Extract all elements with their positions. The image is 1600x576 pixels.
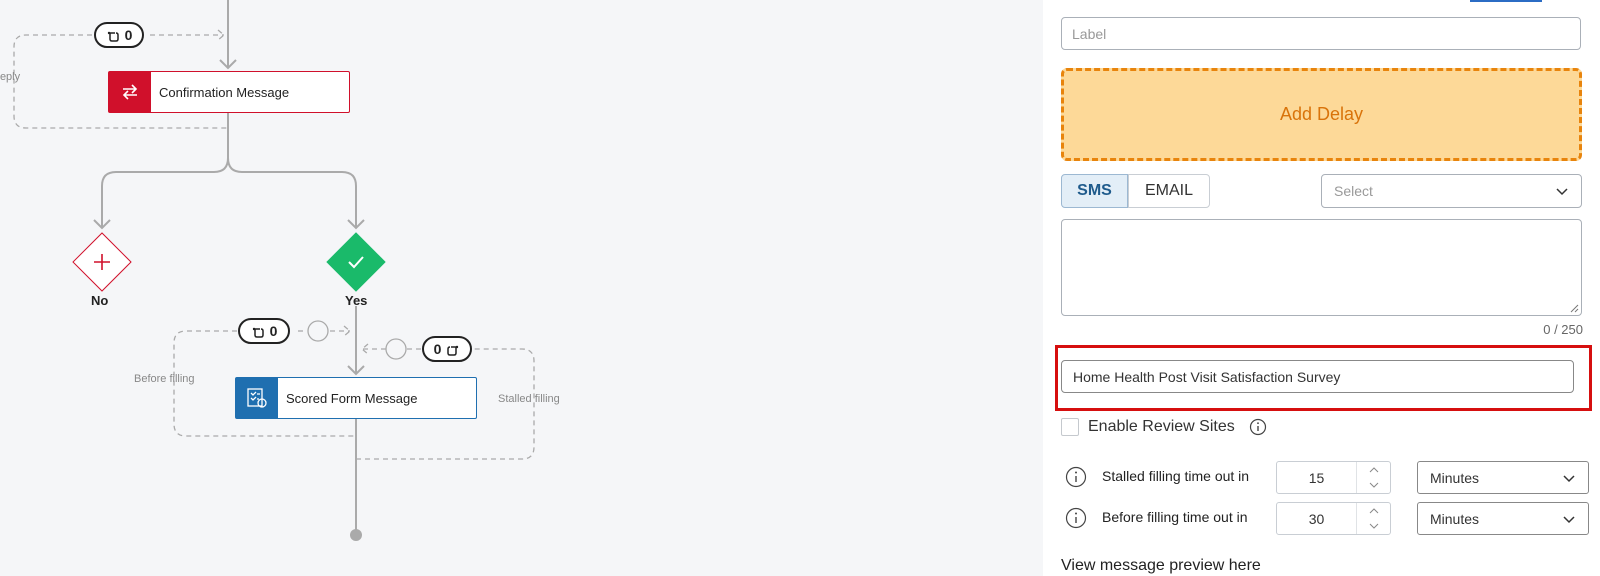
hand-pointer-icon — [252, 327, 264, 338]
before-unit-value: Minutes — [1430, 510, 1480, 527]
stalled-filling-count: 0 — [433, 341, 442, 357]
enable-review-sites-checkbox[interactable] — [1061, 418, 1079, 436]
view-message-preview-link[interactable]: View message preview here — [1061, 557, 1261, 575]
enable-review-sites-label: Enable Review Sites — [1088, 418, 1235, 435]
add-delay-label: Add Delay — [1279, 104, 1364, 124]
stepper-up-icon[interactable] — [1357, 462, 1390, 478]
survey-name-value: Home Health Post Visit Satisfaction Surv… — [1073, 368, 1341, 385]
template-select[interactable]: Select — [1321, 174, 1582, 208]
template-select-placeholder: Select — [1334, 183, 1373, 199]
add-delay-button[interactable]: Add Delay — [1061, 68, 1582, 161]
resize-handle-icon[interactable] — [1569, 303, 1579, 313]
before-filling-count: 0 — [269, 323, 278, 339]
chevron-down-icon — [1563, 515, 1575, 523]
hand-pointer-icon — [107, 31, 119, 42]
label-input-placeholder: Label — [1072, 25, 1107, 42]
check-icon — [341, 247, 371, 277]
before-info-icon[interactable] — [1065, 507, 1087, 529]
reply-edge-label: Reply — [0, 71, 21, 83]
swap-arrows-icon — [109, 72, 151, 112]
before-unit-select[interactable]: Minutes — [1417, 502, 1589, 535]
stalled-timeout-value[interactable]: 15 — [1277, 462, 1356, 493]
tab-sms[interactable]: SMS — [1061, 174, 1128, 208]
flow-canvas[interactable]: Reply 0 Confirmation Message No Yes 0 0 … — [0, 0, 1043, 576]
survey-name-input[interactable]: Home Health Post Visit Satisfaction Surv… — [1061, 360, 1574, 393]
before-filling-edge-label: Before filling — [134, 373, 195, 385]
plus-icon — [87, 247, 117, 277]
chevron-down-icon — [1563, 474, 1575, 482]
character-count: 0 / 250 — [1543, 322, 1583, 337]
hand-pointer-left-icon — [447, 345, 459, 356]
stepper-down-icon[interactable] — [1357, 519, 1390, 535]
chevron-down-icon — [1556, 188, 1568, 196]
stalled-filling-edge-label: Stalled filling — [498, 393, 560, 405]
info-icon[interactable] — [1249, 418, 1267, 436]
stalled-timeout-stepper[interactable]: 15 — [1276, 461, 1391, 494]
before-filling-count-pill[interactable]: 0 — [238, 318, 290, 344]
stalled-unit-select[interactable]: Minutes — [1417, 461, 1589, 494]
reply-count-pill[interactable]: 0 — [94, 22, 144, 48]
before-timeout-stepper[interactable]: 30 — [1276, 502, 1391, 535]
stalled-info-icon[interactable] — [1065, 466, 1087, 488]
stepper-up-icon[interactable] — [1357, 503, 1390, 519]
stalled-filling-count-pill[interactable]: 0 — [422, 336, 472, 362]
scored-form-message-label: Scored Form Message — [286, 390, 418, 406]
no-branch-label: No — [91, 293, 109, 308]
label-input[interactable]: Label — [1061, 17, 1581, 50]
confirmation-message-node[interactable]: Confirmation Message — [108, 71, 350, 113]
stepper-down-icon[interactable] — [1357, 478, 1390, 494]
stalled-timeout-label: Stalled filling time out in — [1102, 468, 1250, 484]
top-link-underline[interactable] — [1470, 0, 1542, 2]
before-timeout-value[interactable]: 30 — [1277, 503, 1356, 534]
reply-count: 0 — [124, 27, 133, 43]
message-settings-panel: Label Add Delay SMS EMAIL Select 0 / 250… — [1043, 0, 1600, 576]
message-textarea[interactable] — [1061, 219, 1582, 316]
before-timeout-label: Before filling time out in — [1102, 509, 1248, 525]
scored-form-message-node[interactable]: Scored Form Message — [235, 377, 477, 419]
confirmation-message-label: Confirmation Message — [159, 84, 290, 100]
tab-email[interactable]: EMAIL — [1128, 174, 1210, 208]
stalled-unit-value: Minutes — [1430, 469, 1480, 486]
yes-branch-label: Yes — [345, 293, 368, 308]
form-checklist-icon — [236, 378, 278, 418]
